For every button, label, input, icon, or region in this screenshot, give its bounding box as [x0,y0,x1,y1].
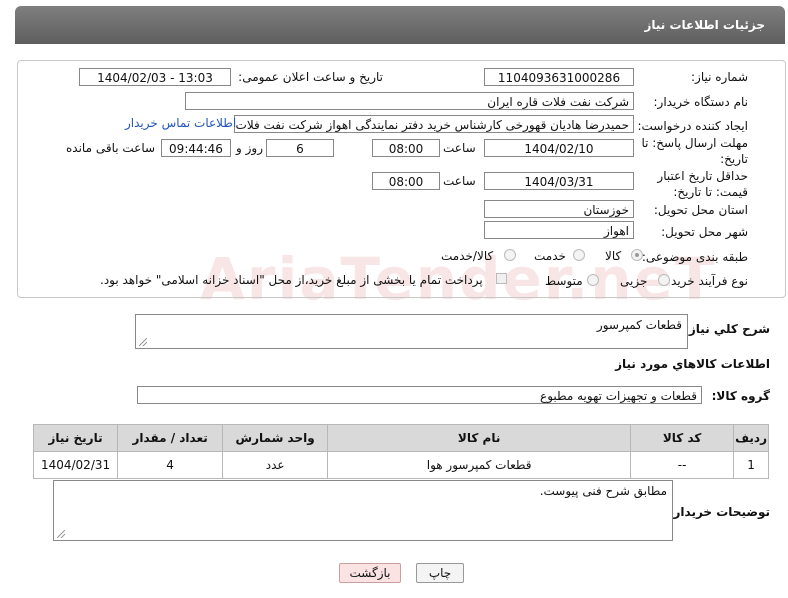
remaining-time-field: 09:44:46 [161,139,231,157]
category-option-goods-service: کالا/خدمت [441,249,494,263]
goods-section-title: اطلاعات کالاهاي مورد نياز [615,357,770,371]
back-button[interactable]: بازگشت [339,563,401,583]
goods-group-label: گروه کالا: [711,389,770,403]
buyer-contact-link[interactable]: اطلاعات تماس خریدار [125,116,236,130]
buyer-notes-text: مطابق شرح فنی پیوست. [539,484,667,498]
col-unit-header: واحد شمارش [222,424,329,452]
buyer-notes-textarea: مطابق شرح فنی پیوست. [53,480,673,541]
treasury-checkbox[interactable] [496,273,507,284]
price-date-field: 1404/03/31 [484,172,634,190]
buyer-org-field: شرکت نفت فلات قاره ایران [185,92,634,110]
resize-grip-icon[interactable] [57,530,65,538]
buyer-org-label: نام دستگاه خریدار: [653,95,749,109]
city-label: شهر محل تحویل: [661,225,748,239]
col-qty-header: تعداد / مقدار [117,424,224,452]
province-field: خوزستان [484,200,634,218]
process-option-medium: متوسط [545,274,583,288]
price-deadline-label: حداقل تاریخ اعتبار قیمت: تا تاریخ: [657,169,748,199]
resize-grip-icon[interactable] [139,338,147,346]
description-label: شرح کلي نياز: [684,322,770,336]
process-label: نوع فرآیند خرید : [663,274,748,288]
cell-row-number: 1 [733,451,769,479]
process-radio-minor[interactable] [658,274,670,286]
goods-group-field: قطعات و تجهیزات تهویه مطبوع [137,386,702,404]
description-text: قطعات کمپرسور [596,318,682,332]
city-field: اهواز [484,221,634,239]
table-header-row: ردیف کد کالا نام کالا واحد شمارش تعداد /… [32,424,769,452]
remaining-label: ساعت باقی مانده [66,141,156,155]
col-row-header: ردیف [733,424,769,452]
process-option-minor: جزیی [620,274,648,288]
creator-field: حمیدرضا هادیان قهورخی کارشناس خرید دفتر … [234,115,634,133]
announce-field: 1404/02/03 - 13:03 [79,68,231,86]
process-radio-medium[interactable] [587,274,599,286]
category-option-goods: کالا [605,249,622,263]
goods-table: ردیف کد کالا نام کالا واحد شمارش تعداد /… [32,424,769,479]
description-textarea: قطعات کمپرسور [135,314,688,349]
cell-name: قطعات کمپرسور هوا [327,451,632,479]
col-date-header: تاریخ نیاز [32,424,119,452]
reply-deadline-label: مهلت ارسال پاسخ: تا تاریخ: [641,136,748,166]
print-button[interactable]: چاپ [416,563,464,583]
need-number-field: 1104093631000286 [484,68,634,86]
page-header: جزئیات اطلاعات نیاز [15,6,785,44]
reply-time-field: 08:00 [372,139,440,157]
cell-qty: 4 [117,451,224,479]
days-field: 6 [266,139,334,157]
creator-label: ایجاد کننده درخواست: [637,119,748,133]
announce-label: تاریخ و ساعت اعلان عمومی: [238,70,383,84]
cell-date: 1404/02/31 [32,451,119,479]
category-radio-service[interactable] [573,249,585,261]
payment-note: پرداخت تمام یا بخشی از مبلغ خرید،از محل … [100,273,483,287]
category-radio-goods-service[interactable] [504,249,516,261]
category-label: طبقه بندی موضوعی: [641,250,748,264]
cell-unit: عدد [222,451,329,479]
price-time-field: 08:00 [372,172,440,190]
table-row: 1 -- قطعات کمپرسور هوا عدد 4 1404/02/31 [32,451,769,479]
cell-code: -- [630,451,735,479]
category-option-service: خدمت [534,249,566,263]
col-code-header: کد کالا [630,424,735,452]
buyer-notes-label: توضیحات خریدار: [668,505,770,519]
reply-time-label: ساعت [443,141,476,155]
category-radio-goods[interactable] [631,249,643,261]
reply-date-field: 1404/02/10 [484,139,634,157]
need-number-label: شماره نیاز: [691,70,748,84]
page-title: جزئیات اطلاعات نیاز [644,18,765,32]
province-label: استان محل تحویل: [653,203,748,217]
col-name-header: نام کالا [327,424,632,452]
days-label: روز و [236,141,263,155]
price-time-label: ساعت [443,174,476,188]
